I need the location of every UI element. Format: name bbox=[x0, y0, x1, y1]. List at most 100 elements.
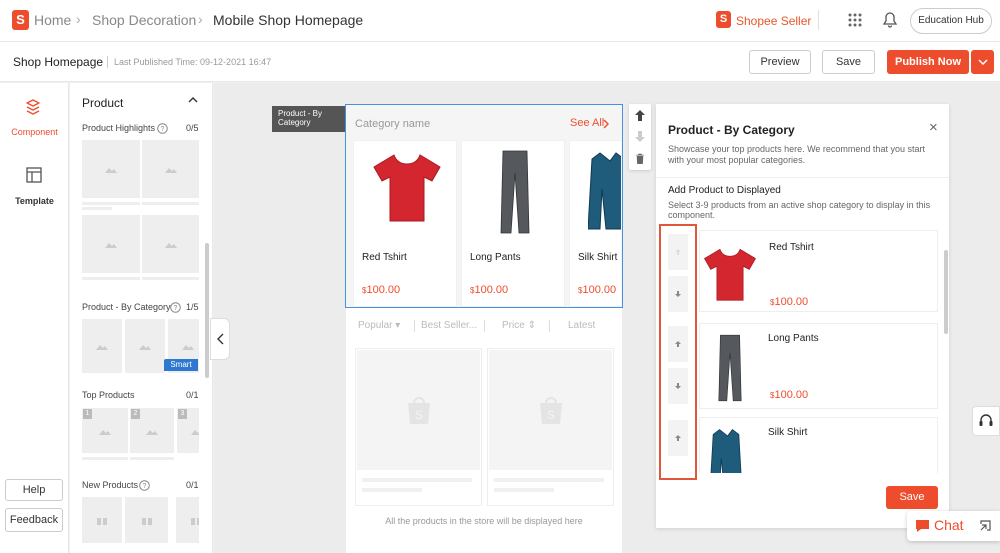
highlight-box bbox=[659, 224, 697, 480]
template-icon[interactable] bbox=[26, 167, 42, 183]
image-placeholder-icon bbox=[125, 319, 165, 373]
silk-shirt-image bbox=[710, 429, 742, 473]
settings-scrollbar[interactable] bbox=[944, 250, 948, 334]
component-toolbar bbox=[629, 104, 651, 170]
support-button[interactable] bbox=[972, 406, 1000, 436]
breadcrumb-shop-decoration[interactable]: Shop Decoration bbox=[92, 12, 196, 28]
placeholder-line bbox=[494, 478, 604, 482]
section-title-product-highlights: Product Highlights bbox=[82, 123, 156, 133]
section-count: 1/5 bbox=[186, 302, 199, 312]
breadcrumb-current: Mobile Shop Homepage bbox=[213, 12, 364, 28]
shopee-logo-icon[interactable]: S bbox=[12, 10, 29, 30]
placeholder-line bbox=[82, 277, 140, 280]
shopping-bag-icon: S bbox=[357, 350, 480, 470]
breadcrumb-home[interactable]: Home bbox=[34, 12, 71, 28]
shopee-seller-logo-icon: S bbox=[716, 11, 731, 28]
component-icon[interactable] bbox=[24, 98, 42, 116]
new-products-thumbnail[interactable] bbox=[82, 497, 199, 543]
feedback-button[interactable]: Feedback bbox=[5, 508, 63, 532]
product-name: Red Tshirt bbox=[769, 242, 814, 253]
publish-dropdown-button[interactable] bbox=[971, 50, 994, 74]
pants-image bbox=[718, 334, 742, 402]
sort-tab-latest[interactable]: Latest bbox=[568, 320, 595, 331]
save-button[interactable]: Save bbox=[822, 50, 875, 74]
sort-tab-best-seller[interactable]: Best Seller... bbox=[421, 320, 477, 331]
product-card[interactable]: Long Pants $100.00 bbox=[461, 140, 565, 307]
gift-icon bbox=[82, 497, 122, 543]
nav-component-label[interactable]: Component bbox=[0, 127, 69, 137]
image-placeholder-icon bbox=[82, 215, 140, 273]
chevron-up-icon[interactable] bbox=[188, 96, 198, 104]
panel-scrollbar[interactable] bbox=[205, 243, 209, 378]
product-card[interactable]: Red Tshirt $100.00 bbox=[353, 140, 457, 307]
chevron-left-icon bbox=[216, 333, 223, 345]
svg-text:?: ? bbox=[143, 483, 147, 490]
section-count: 0/5 bbox=[186, 123, 199, 133]
product-list: Red Tshirt $100.00 Long Pants $100.00 Si… bbox=[699, 230, 938, 473]
placeholder-line bbox=[362, 488, 422, 492]
tab-divider bbox=[484, 320, 485, 332]
gift-icon bbox=[176, 497, 199, 543]
category-name: Category name bbox=[355, 118, 431, 130]
section-count: 0/1 bbox=[186, 390, 199, 400]
svg-text:S: S bbox=[414, 408, 422, 422]
close-icon[interactable]: × bbox=[929, 119, 938, 136]
product-name: Long Pants bbox=[768, 333, 819, 344]
apps-grid-icon[interactable] bbox=[848, 13, 862, 27]
seller-name[interactable]: Shopee Seller bbox=[736, 14, 811, 28]
help-button[interactable]: Help bbox=[5, 479, 63, 501]
help-circle-icon[interactable]: ? bbox=[170, 302, 181, 313]
expand-icon[interactable] bbox=[980, 520, 991, 531]
chevron-down-icon bbox=[977, 59, 988, 65]
last-published-time: Last Published Time: 09-12-2021 16:47 bbox=[114, 57, 272, 67]
add-product-description: Select 3-9 products from an active shop … bbox=[668, 200, 931, 220]
product-list-item[interactable]: Red Tshirt $100.00 bbox=[699, 230, 938, 312]
help-circle-icon[interactable]: ? bbox=[139, 480, 150, 491]
svg-text:S: S bbox=[546, 408, 554, 422]
placeholder-line bbox=[142, 202, 199, 205]
bell-icon[interactable] bbox=[883, 12, 897, 28]
breadcrumb-separator-icon: › bbox=[76, 11, 81, 27]
product-highlights-thumbnail[interactable] bbox=[82, 140, 199, 286]
rank-badge: 1 bbox=[83, 409, 92, 419]
placeholder-line bbox=[362, 478, 472, 482]
settings-save-button[interactable]: Save bbox=[886, 486, 938, 509]
preview-button[interactable]: Preview bbox=[749, 50, 811, 74]
nav-template-label[interactable]: Template bbox=[0, 196, 69, 206]
see-all-link[interactable]: See All bbox=[570, 117, 604, 129]
collapse-panel-button[interactable] bbox=[210, 318, 230, 360]
svg-text:?: ? bbox=[161, 126, 165, 133]
smart-badge: Smart bbox=[164, 359, 198, 371]
top-products-thumbnail[interactable]: 1 2 3 bbox=[82, 408, 199, 468]
chat-bubble-icon bbox=[916, 520, 929, 532]
sort-tab-price[interactable]: Price ⇕ bbox=[502, 320, 536, 331]
product-price: $100.00 bbox=[770, 296, 809, 308]
product-list-item[interactable]: Silk Shirt bbox=[699, 417, 938, 473]
move-up-icon[interactable] bbox=[635, 110, 645, 121]
product-price: $100.00 bbox=[362, 284, 401, 296]
gift-icon bbox=[125, 497, 168, 543]
publish-now-button[interactable]: Publish Now bbox=[887, 50, 969, 74]
image-placeholder-icon bbox=[142, 140, 199, 198]
trash-icon[interactable] bbox=[635, 153, 645, 164]
tshirt-image bbox=[704, 248, 756, 301]
tshirt-image bbox=[373, 154, 441, 222]
rank-badge: 3 bbox=[178, 409, 187, 419]
shopping-bag-icon: S bbox=[489, 350, 612, 470]
product-placeholder-card: S bbox=[355, 348, 482, 506]
help-circle-icon[interactable]: ? bbox=[157, 123, 168, 134]
section-title-product-by-category: Product - By Category bbox=[82, 302, 171, 312]
section-title-new-products: New Products bbox=[82, 480, 139, 490]
headset-icon bbox=[979, 414, 993, 426]
product-list-item[interactable]: Long Pants $100.00 bbox=[699, 323, 938, 409]
education-hub-button[interactable]: Education Hub bbox=[910, 8, 992, 34]
product-price: $100.00 bbox=[770, 389, 809, 401]
product-card[interactable]: Silk Shirt $100.00 bbox=[569, 140, 621, 307]
image-placeholder-icon bbox=[142, 215, 199, 273]
product-carousel: Red Tshirt $100.00 Long Pants $100.00 Si… bbox=[347, 140, 621, 307]
placeholder-line bbox=[142, 277, 199, 280]
header-divider bbox=[818, 10, 819, 30]
chat-widget[interactable]: Chat bbox=[907, 511, 1000, 541]
all-products-note: All the products in the store will be di… bbox=[385, 516, 583, 526]
sort-tab-popular[interactable]: Popular ▾ bbox=[358, 320, 400, 331]
